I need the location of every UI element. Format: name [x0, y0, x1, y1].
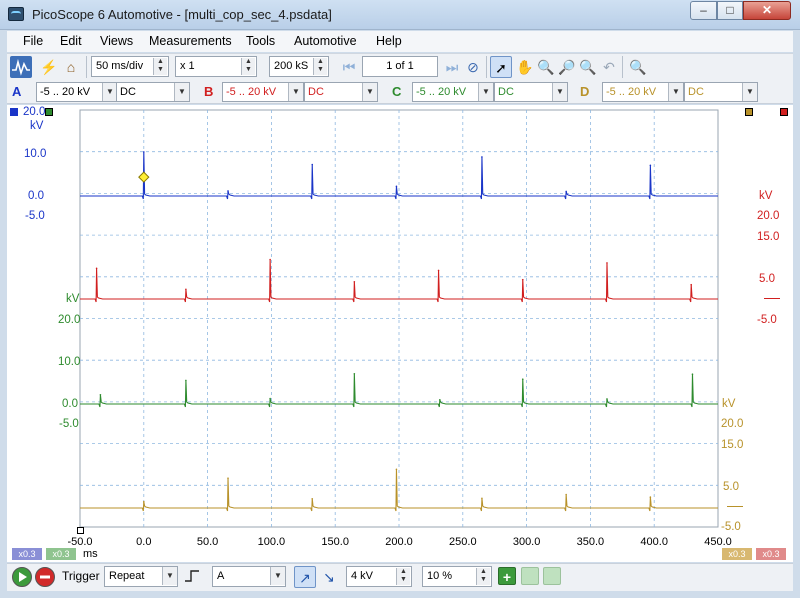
time-origin-marker[interactable]	[77, 527, 84, 534]
trigger-edge-icon[interactable]	[182, 566, 204, 588]
spike-peak-channel-d	[311, 497, 314, 500]
spike-peak-channel-b	[353, 280, 356, 283]
spike-peak-channel-c	[439, 399, 441, 401]
spike-peak-channel-d	[227, 477, 229, 479]
chevron-down-icon[interactable]: ▼	[270, 567, 285, 585]
spike-peak-channel-b	[690, 283, 693, 286]
x-tick-label: 350.0	[577, 536, 605, 548]
add-measurement-icon[interactable]: +	[498, 567, 516, 585]
trigger-source-select[interactable]: A ▼	[212, 566, 286, 587]
waveform-plot[interactable]: -50.0 0.0 50.0 100.0 150.0 200.0 250.0 300.0 350…	[0, 0, 800, 598]
x-tick-label: 300.0	[513, 536, 541, 548]
channel-b-marker	[780, 108, 788, 116]
spike-peak-channel-a	[311, 163, 314, 166]
spike-peak-channel-c	[521, 378, 524, 381]
axis-a-label: -5.0	[25, 210, 45, 222]
channel-c-scale-badge[interactable]: x0.3	[46, 548, 76, 560]
rising-edge-icon[interactable]: ↗	[294, 566, 316, 588]
axis-d-unit: kV	[722, 398, 736, 410]
spike-peak-channel-d	[395, 468, 398, 471]
axis-d-zero-marker	[727, 506, 743, 507]
channel-d-marker	[745, 108, 753, 116]
x-tick-label: 150.0	[321, 536, 349, 548]
channel-a-scale-badge[interactable]: x0.3	[12, 548, 42, 560]
x-tick-label: 200.0	[385, 536, 413, 548]
axis-c-unit: kV	[66, 293, 80, 305]
falling-edge-icon[interactable]: ↘	[318, 566, 340, 588]
remove-measurement-icon[interactable]	[543, 567, 561, 585]
spike-peak-channel-d	[565, 493, 567, 496]
stop-button[interactable]	[35, 567, 55, 587]
spike-peak-channel-a	[565, 190, 567, 193]
spike-peak-channel-b	[95, 267, 98, 270]
x-tick-label: 450.0	[704, 536, 732, 548]
threshold-spinner[interactable]: ▲ ▼	[396, 568, 410, 585]
spike-peak-channel-a	[649, 164, 652, 167]
axis-d-label: 5.0	[723, 481, 739, 493]
x-tick-label: 0.0	[136, 536, 151, 548]
channel-c-marker	[45, 108, 53, 116]
stop-icon	[40, 575, 50, 579]
spike-peak-channel-b	[269, 258, 271, 261]
spike-peak-channel-c	[606, 398, 608, 400]
axis-d-label: 15.0	[721, 439, 744, 451]
axis-a-label: 0.0	[28, 190, 44, 202]
axis-c-label: 10.0	[58, 356, 81, 368]
channel-b-scale-badge[interactable]: x0.3	[756, 548, 786, 560]
edit-measurement-icon[interactable]	[521, 567, 539, 585]
trigger-label: Trigger	[62, 569, 100, 583]
spike-peak-channel-a	[143, 151, 145, 153]
axis-a-label: 10.0	[24, 148, 47, 160]
spike-peak-channel-b	[521, 278, 524, 281]
spike-peak-channel-b	[606, 262, 608, 264]
trigger-mode-select[interactable]: Repeat ▼	[104, 566, 178, 587]
x-tick-label: 400.0	[640, 536, 668, 548]
pre-trigger-spinner[interactable]: ▲ ▼	[476, 568, 490, 585]
spike-peak-channel-c	[185, 379, 187, 382]
x-tick-label: 50.0	[197, 536, 218, 548]
spike-peak-channel-c	[99, 393, 102, 396]
play-icon	[19, 572, 27, 582]
spike-peak-channel-d	[481, 497, 483, 500]
chevron-down-icon[interactable]: ▼	[162, 567, 177, 585]
axis-b-label: 15.0	[757, 231, 780, 243]
spike-peak-channel-c	[691, 373, 694, 375]
axis-c-label: 0.0	[62, 398, 78, 410]
spike-peak-channel-d	[649, 496, 652, 498]
spike-peak-channel-a	[395, 185, 398, 188]
trigger-threshold-input[interactable]: 4 kV ▲ ▼	[346, 566, 412, 587]
spike-peak-channel-b	[185, 288, 187, 291]
axis-b-zero-marker	[764, 298, 780, 299]
axis-d-label: -5.0	[721, 521, 741, 533]
spike-peak-channel-b	[437, 269, 440, 272]
spike-peak-channel-a	[227, 190, 229, 192]
trigger-marker	[138, 171, 150, 183]
channel-a-marker	[10, 108, 18, 116]
channel-d-scale-badge[interactable]: x0.3	[722, 548, 752, 560]
axis-c-label: 20.0	[58, 314, 81, 326]
x-tick-label: 100.0	[258, 536, 286, 548]
spike-peak-channel-c	[353, 372, 356, 375]
axis-b-unit: kV	[759, 190, 773, 202]
axis-b-label: -5.0	[757, 314, 777, 326]
axis-c-label: -5.0	[59, 418, 79, 430]
x-tick-label: -50.0	[67, 536, 92, 548]
pre-trigger-input[interactable]: 10 % ▲ ▼	[422, 566, 492, 587]
axis-a-label-top: 20.0	[23, 106, 46, 118]
x-axis-unit: ms	[83, 548, 98, 560]
x-tick-label: 250.0	[449, 536, 477, 548]
axis-a-unit: kV	[30, 120, 44, 132]
spike-peak-channel-a	[481, 156, 483, 158]
axis-b-label: 5.0	[759, 273, 775, 285]
spike-peak-channel-c	[269, 397, 271, 400]
start-button[interactable]	[12, 567, 32, 587]
axis-d-label: 20.0	[721, 418, 744, 430]
axis-b-label: 20.0	[757, 210, 780, 222]
spike-peak-channel-d	[143, 500, 145, 503]
